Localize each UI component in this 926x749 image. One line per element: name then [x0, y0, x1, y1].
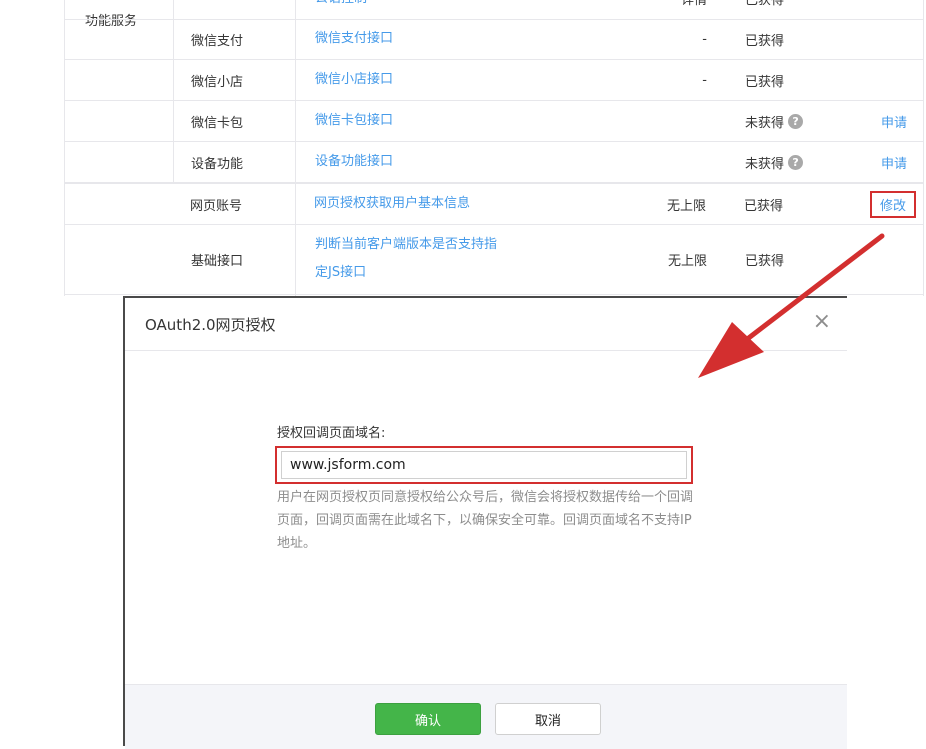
annotation-arrow-icon	[698, 233, 885, 378]
